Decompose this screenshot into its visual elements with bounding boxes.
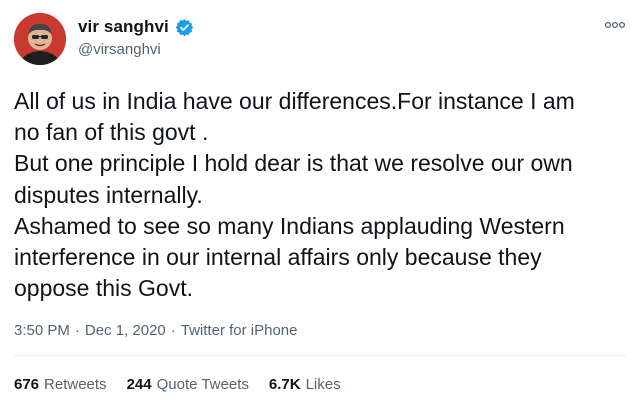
name-row: vir sanghvi	[78, 16, 194, 38]
meta-separator: ·	[74, 322, 80, 339]
ellipsis-icon[interactable]	[604, 18, 626, 30]
tweet-text-line: interference in our internal affairs onl…	[14, 244, 542, 271]
likes-stat[interactable]: 6.7K Likes	[269, 376, 341, 393]
retweets-label: Retweets	[44, 376, 107, 393]
divider	[14, 355, 626, 356]
quote-tweets-label: Quote Tweets	[156, 376, 249, 393]
verified-badge-icon	[175, 18, 194, 37]
display-name[interactable]: vir sanghvi	[78, 17, 169, 37]
tweet-source[interactable]: Twitter for iPhone	[181, 322, 298, 339]
quote-tweets-stat[interactable]: 244 Quote Tweets	[127, 376, 249, 393]
quote-tweets-count: 244	[126, 376, 152, 393]
tweet-text-line: Ashamed to see so many Indians applaudin…	[14, 212, 565, 239]
tweet-card: vir sanghvi @virsanghvi All of us in Ind…	[0, 0, 640, 402]
tweet-meta: 3:50 PM · Dec 1, 2020 · Twitter for iPho…	[14, 322, 297, 339]
tweet-date[interactable]: Dec 1, 2020	[85, 322, 166, 339]
tweet-text: All of us in India have our differences.…	[14, 86, 626, 304]
tweet-text-line: disputes internally.	[14, 181, 203, 208]
user-handle[interactable]: @virsanghvi	[78, 41, 194, 58]
tweet-text-line: But one principle I hold dear is that we…	[14, 150, 573, 177]
tweet-time[interactable]: 3:50 PM	[14, 322, 70, 339]
likes-count: 6.7K	[268, 376, 301, 393]
tweet-stats: 676 Retweets 244 Quote Tweets 6.7K Likes	[14, 376, 341, 393]
tweet-text-line: no fan of this govt .	[14, 119, 209, 146]
likes-label: Likes	[305, 376, 341, 393]
tweet-text-line: All of us in India have our differences.…	[14, 88, 575, 114]
retweets-count: 676	[14, 376, 40, 393]
tweet-text-line: oppose this Govt.	[14, 275, 193, 302]
user-block: vir sanghvi @virsanghvi	[78, 16, 194, 58]
retweets-stat[interactable]: 676 Retweets	[14, 376, 107, 393]
meta-separator: ·	[170, 322, 176, 339]
avatar[interactable]	[14, 13, 66, 65]
tweet-header: vir sanghvi @virsanghvi	[14, 13, 626, 67]
